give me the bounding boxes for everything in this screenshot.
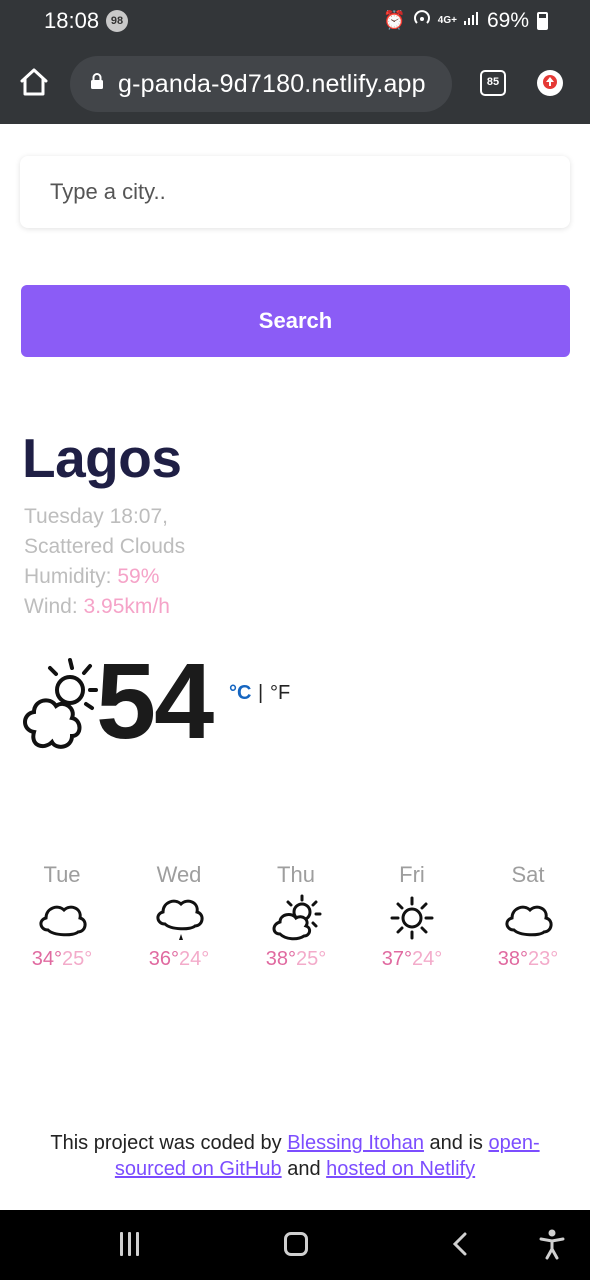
wind-value: 3.95km/h xyxy=(83,595,170,618)
tab-switcher-button[interactable]: 85 xyxy=(480,70,506,96)
signal-icon xyxy=(463,10,481,31)
forecast-day-name: Sat xyxy=(511,862,545,887)
forecast-temps: 36°24° xyxy=(119,948,239,971)
date-time: Tuesday 18:07, xyxy=(24,505,168,528)
footer-text: and is xyxy=(429,1132,483,1154)
forecast-low: 24° xyxy=(412,948,443,970)
page-content: Search Lagos Tuesday 18:07, Scattered Cl… xyxy=(0,124,590,1210)
status-bar: 18:08 98 ⏰ 4G+ 69% xyxy=(0,0,590,44)
forecast-low: 24° xyxy=(179,948,210,970)
scattered-clouds-icon xyxy=(20,656,100,760)
update-icon[interactable] xyxy=(537,70,563,96)
celsius-link[interactable]: °C xyxy=(229,682,251,705)
forecast-day: Sat 38°23° xyxy=(468,862,588,971)
forecast-high: 38° xyxy=(497,948,528,970)
system-nav-bar xyxy=(0,1210,590,1280)
footer-text: and xyxy=(287,1158,321,1180)
battery-level: 69% xyxy=(486,8,529,32)
unit-separator: | xyxy=(258,682,264,704)
forecast-low: 25° xyxy=(62,948,93,970)
forecast-low: 23° xyxy=(528,948,559,970)
forecast-high: 34° xyxy=(31,948,62,970)
humidity-value: 59% xyxy=(117,565,160,588)
cloud-icon xyxy=(39,905,87,937)
forecast-temps: 38°23° xyxy=(468,948,588,971)
status-icons: ⏰ 4G+ 69% xyxy=(383,8,548,33)
wind-label: Wind: xyxy=(24,595,78,618)
sun-icon xyxy=(390,896,434,940)
url-text: g-panda-9d7180.netlify.app xyxy=(118,70,426,98)
status-time: 18:08 xyxy=(44,8,100,33)
lock-icon xyxy=(90,72,104,90)
recents-icon[interactable] xyxy=(118,1232,142,1256)
github-link[interactable]: sourced on GitHub xyxy=(115,1158,282,1180)
footer-text: This project was coded by xyxy=(50,1132,282,1154)
forecast-high: 36° xyxy=(148,948,179,970)
cloud-icon xyxy=(505,905,553,937)
alarm-icon: ⏰ xyxy=(383,10,406,30)
humidity-row: Humidity: 59% xyxy=(24,562,185,592)
forecast-day: Fri 37°24° xyxy=(352,862,472,971)
github-link[interactable]: open- xyxy=(488,1132,539,1154)
accessibility-icon[interactable] xyxy=(538,1228,566,1260)
fahrenheit-link[interactable]: °F xyxy=(270,682,290,705)
back-icon[interactable] xyxy=(450,1232,472,1256)
weather-details: Tuesday 18:07, Scattered Clouds Humidity… xyxy=(24,502,185,622)
forecast-day: Tue 34°25° xyxy=(2,862,122,971)
city-name: Lagos xyxy=(22,427,182,489)
search-button[interactable]: Search xyxy=(21,285,570,357)
notification-badge: 98 xyxy=(106,10,128,32)
battery-icon xyxy=(537,11,548,30)
home-icon[interactable] xyxy=(14,62,54,102)
weather-description: Scattered Clouds xyxy=(24,535,186,558)
forecast-day-name: Tue xyxy=(43,862,81,887)
author-link[interactable]: Blessing Itohan xyxy=(287,1132,424,1154)
city-search-input[interactable] xyxy=(20,156,570,228)
forecast-high: 37° xyxy=(381,948,412,970)
browser-toolbar: g-panda-9d7180.netlify.app 85 xyxy=(0,44,590,124)
forecast-temps: 37°24° xyxy=(352,948,472,971)
forecast-day-name: Wed xyxy=(156,862,202,887)
hotspot-icon xyxy=(412,8,432,33)
forecast-temps: 38°25° xyxy=(236,948,356,971)
humidity-label: Humidity: xyxy=(24,565,112,588)
netlify-link[interactable]: hosted on Netlify xyxy=(326,1158,475,1180)
forecast-day: Wed 36°24° xyxy=(119,862,239,971)
network-type: 4G+ xyxy=(437,15,457,26)
forecast-temps: 34°25° xyxy=(2,948,122,971)
forecast-day: Thu 38°25° xyxy=(236,862,356,971)
forecast-high: 38° xyxy=(265,948,296,970)
forecast-low: 25° xyxy=(296,948,327,970)
wind-row: Wind: 3.95km/h xyxy=(24,592,185,622)
footer: This project was coded by Blessing Itoha… xyxy=(0,1130,590,1182)
partly-cloudy-icon xyxy=(272,894,322,941)
address-bar[interactable]: g-panda-9d7180.netlify.app xyxy=(70,56,452,112)
home-nav-icon[interactable] xyxy=(284,1232,308,1256)
current-temperature: 54 xyxy=(96,640,214,761)
forecast-day-name: Thu xyxy=(277,862,315,887)
forecast-day-name: Fri xyxy=(399,862,425,887)
rain-cloud-icon xyxy=(156,899,204,940)
